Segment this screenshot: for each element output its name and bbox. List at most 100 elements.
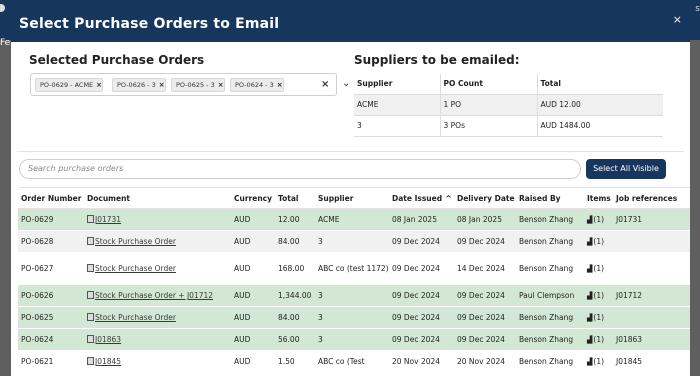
currency-cell: AUD [231, 306, 275, 329]
col-header-order-number[interactable]: Order Number [18, 187, 84, 209]
chip-remove-icon[interactable]: × [218, 81, 224, 89]
items-cell[interactable]: ▟(1) [584, 208, 613, 231]
raised-by-cell: Paul Clempson [516, 284, 584, 307]
table-header-row: Order Number Document Currency Total Sup… [18, 187, 690, 209]
col-header-total[interactable]: Total [275, 187, 315, 209]
col-header-items[interactable]: Items [584, 187, 613, 209]
document-cell: Stock Purchase Order + J01712 [84, 284, 231, 307]
document-cell: Stock Purchase Order [84, 230, 231, 253]
close-icon[interactable]: × [673, 13, 682, 26]
date-issued-cell: 09 Dec 2024 [389, 284, 454, 307]
items-count: (1) [593, 264, 605, 273]
background-text-fragment: s [695, 4, 700, 14]
chip-label: PO-0625 - 3 [176, 81, 215, 89]
job-reference-cell: J01731 [613, 208, 690, 231]
items-cell[interactable]: ▟(1) [584, 350, 613, 373]
boxes-icon: ▟ [587, 238, 593, 246]
delivery-date-cell: 14 Dec 2024 [454, 252, 516, 285]
table-row[interactable]: PO-0627 Stock Purchase Order AUD 168.00 … [18, 252, 690, 285]
items-cell[interactable]: ▟(1) [584, 230, 613, 253]
document-link[interactable]: Stock Purchase Order + J01712 [95, 291, 213, 300]
chevron-down-icon[interactable]: ⌄ [342, 78, 350, 89]
selected-pos-title: Selected Purchase Orders [29, 53, 205, 67]
table-row: 3 3 POs AUD 1484.00 [354, 115, 663, 137]
po-multiselect[interactable]: PO-0629 - ACME × PO-0626 - 3 × PO-0625 - 3… [30, 73, 350, 96]
items-count: (1) [593, 313, 605, 322]
chip-remove-icon[interactable]: × [96, 81, 102, 89]
currency-cell: AUD [231, 208, 275, 231]
raised-by-cell: Benson Zhang [516, 350, 584, 373]
supplier-cell: ABC co (Test [315, 350, 389, 373]
job-reference-cell: J01845 [613, 350, 690, 373]
total-cell: 168.00 [275, 252, 315, 285]
chip-label: PO-0624 - 3 [235, 81, 274, 89]
order-number-cell: PO-0624 [18, 328, 84, 351]
search-input[interactable]: Search purchase orders [19, 159, 581, 179]
items-cell[interactable]: ▟(1) [584, 252, 613, 285]
chip-label: PO-0626 - 3 [117, 81, 156, 89]
col-header-supplier: Supplier [354, 74, 441, 95]
section-divider [17, 151, 684, 152]
total-cell: 1.50 [275, 350, 315, 373]
order-number-cell: PO-0628 [18, 230, 84, 253]
total-cell: AUD 12.00 [537, 94, 663, 116]
background-menu-fragment: Fe [0, 38, 11, 48]
items-cell[interactable]: ▟(1) [584, 284, 613, 307]
raised-by-cell: Benson Zhang [516, 252, 584, 285]
col-header-supplier[interactable]: Supplier [315, 187, 389, 209]
table-row[interactable]: PO-0629 J01731 AUD 12.00 ACME 08 Jan 202… [18, 208, 690, 231]
supplier-cell: ACME [354, 94, 441, 116]
col-header-delivery-date[interactable]: Delivery Date [454, 187, 516, 209]
delivery-date-cell: 09 Dec 2024 [454, 328, 516, 351]
supplier-cell: 3 [354, 115, 441, 137]
document-link[interactable]: J01731 [95, 215, 121, 224]
currency-cell: AUD [231, 284, 275, 307]
document-cell: J01731 [84, 208, 231, 231]
items-count: (1) [593, 357, 605, 366]
table-row[interactable]: PO-0624 J01863 AUD 56.00 3 09 Dec 2024 0… [18, 328, 690, 351]
document-link[interactable]: Stock Purchase Order [95, 264, 176, 273]
delivery-date-cell: 09 Dec 2024 [454, 306, 516, 329]
suppliers-table: Supplier PO Count Total ACME 1 PO AUD 12… [354, 74, 663, 137]
col-header-date-issued[interactable]: Date Issued ^ [389, 187, 454, 209]
date-issued-cell: 09 Dec 2024 [389, 328, 454, 351]
items-cell[interactable]: ▟(1) [584, 328, 613, 351]
select-all-visible-button[interactable]: Select All Visible [586, 159, 666, 179]
delivery-date-cell: 09 Dec 2024 [454, 230, 516, 253]
modal-header: Select Purchase Orders to Email × [11, 5, 690, 42]
chip-remove-icon[interactable]: × [159, 81, 165, 89]
col-header-currency[interactable]: Currency [231, 187, 275, 209]
document-link[interactable]: J01863 [95, 335, 121, 344]
document-link[interactable]: Stock Purchase Order [95, 313, 176, 322]
raised-by-cell: Benson Zhang [516, 208, 584, 231]
table-row[interactable]: PO-0621 J01845 AUD 1.50 ABC co (Test 20 … [18, 350, 690, 373]
boxes-icon: ▟ [587, 336, 593, 344]
currency-cell: AUD [231, 230, 275, 253]
col-header-document[interactable]: Document [84, 187, 231, 209]
chip-remove-icon[interactable]: × [277, 81, 283, 89]
delivery-date-cell: 08 Jan 2025 [454, 208, 516, 231]
document-link[interactable]: Stock Purchase Order [95, 237, 176, 246]
document-link[interactable]: J01845 [95, 357, 121, 366]
currency-cell: AUD [231, 328, 275, 351]
document-cell: Stock Purchase Order [84, 306, 231, 329]
table-row[interactable]: PO-0625 Stock Purchase Order AUD 84.00 3… [18, 306, 690, 329]
document-icon [87, 357, 94, 365]
table-row[interactable]: PO-0628 Stock Purchase Order AUD 84.00 3… [18, 230, 690, 253]
clear-selection-icon[interactable]: × [321, 79, 329, 90]
supplier-cell: 3 [315, 328, 389, 351]
table-row[interactable]: PO-0626 Stock Purchase Order + J01712 AU… [18, 284, 690, 307]
order-number-cell: PO-0625 [18, 306, 84, 329]
delivery-date-cell: 09 Dec 2024 [454, 284, 516, 307]
boxes-icon: ▟ [587, 265, 593, 273]
col-header-job-references[interactable]: Job references [613, 187, 690, 209]
col-header-raised-by[interactable]: Raised By [516, 187, 584, 209]
document-icon [87, 335, 94, 343]
items-cell[interactable]: ▟(1) [584, 306, 613, 329]
job-reference-cell [613, 252, 690, 285]
total-cell: 1,344.00 [275, 284, 315, 307]
job-reference-cell: J01712 [613, 284, 690, 307]
po-count-cell: 1 PO [440, 94, 538, 116]
total-cell: 12.00 [275, 208, 315, 231]
po-chip: PO-0625 - 3 × [171, 78, 225, 92]
